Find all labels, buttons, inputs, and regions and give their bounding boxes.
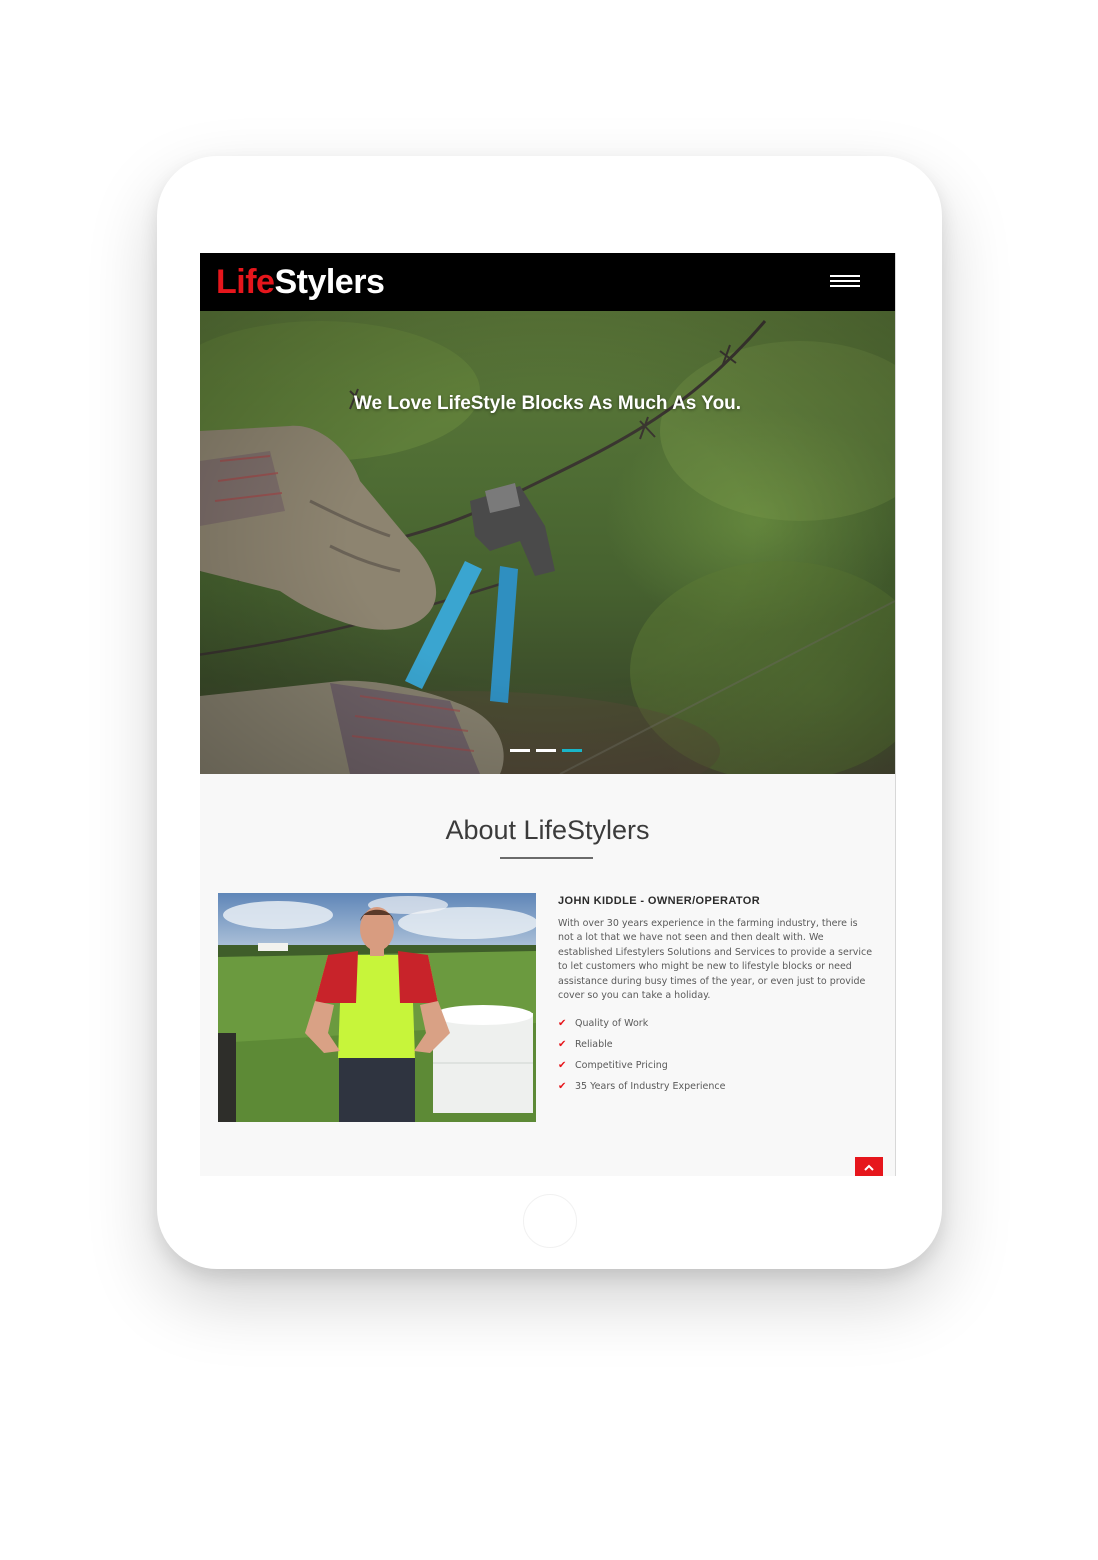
slider-dot-3[interactable] [562, 749, 582, 752]
list-item: ✔ 35 Years of Industry Experience [558, 1080, 725, 1101]
owner-bio-text: With over 30 years experience in the far… [558, 918, 873, 1002]
about-title-underline [500, 857, 593, 859]
hero-heading: We Love LifeStyle Blocks As Much As You. [353, 393, 742, 414]
feature-label: 35 Years of Industry Experience [575, 1081, 726, 1092]
site-logo[interactable]: LifeStylers [216, 261, 385, 303]
logo-life-text: Life [216, 263, 275, 301]
menu-bar [830, 275, 860, 277]
about-title: About LifeStylers [445, 815, 650, 845]
list-item: ✔ Quality of Work [558, 1017, 725, 1038]
hero-slider: We Love LifeStyle Blocks As Much As You. [200, 311, 895, 774]
logo-stylers-text: Stylers [274, 263, 385, 301]
list-item: ✔ Competitive Pricing [558, 1059, 725, 1080]
owner-name-heading: JOHN KIDDLE - OWNER/OPERATOR [558, 895, 761, 907]
navbar: LifeStylers [200, 253, 895, 311]
website-screen: LifeStylers We Love LifeStyle Blocks As … [200, 253, 895, 1176]
device-mockup-stage: LifeStylers We Love LifeStyle Blocks As … [0, 0, 1098, 1560]
home-button[interactable] [523, 1194, 577, 1248]
list-item: ✔ Reliable [558, 1038, 725, 1059]
hero-overlay [200, 311, 895, 774]
check-icon: ✔ [558, 1018, 567, 1029]
chevron-up-icon [864, 1164, 874, 1171]
owner-photo [218, 893, 536, 1122]
back-to-top-button[interactable] [855, 1157, 883, 1176]
menu-bar [830, 285, 860, 287]
slider-dot-1[interactable] [510, 749, 530, 752]
slider-dot-2[interactable] [536, 749, 556, 752]
feature-label: Competitive Pricing [575, 1060, 668, 1071]
hamburger-menu-icon[interactable] [830, 275, 862, 291]
feature-label: Quality of Work [575, 1018, 649, 1029]
feature-list: ✔ Quality of Work ✔ Reliable ✔ Competitive … [558, 1017, 725, 1101]
feature-label: Reliable [575, 1039, 613, 1050]
check-icon: ✔ [558, 1081, 567, 1092]
owner-photo-image [218, 893, 536, 1122]
menu-bar [830, 280, 860, 282]
check-icon: ✔ [558, 1039, 567, 1050]
check-icon: ✔ [558, 1060, 567, 1071]
